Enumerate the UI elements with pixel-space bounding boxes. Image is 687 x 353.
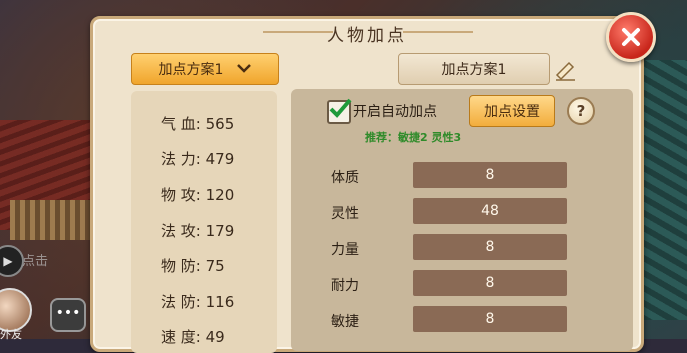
close-icon — [622, 28, 640, 46]
recommendation-text: 推荐：敏捷2 灵性3 — [365, 131, 462, 144]
attr-value-agility[interactable]: 8 — [413, 306, 567, 332]
wall-decoration — [10, 200, 90, 240]
stat-row-magic-defense: 法 防: 116 — [161, 293, 235, 311]
chat-icon[interactable]: ••• — [50, 298, 86, 332]
allocation-settings-button[interactable]: 加点设置 — [469, 95, 555, 127]
attr-label-strength: 力量 — [331, 242, 359, 258]
stat-row-physical-defense: 物 防: 75 — [161, 257, 225, 275]
stats-list: 气 血: 565 法 力: 479 物 攻: 120 法 攻: 179 物 防:… — [131, 91, 277, 353]
panel-title: 人物加点 — [327, 26, 407, 46]
player-name: 外友 — [0, 328, 22, 341]
stat-row-physical-attack: 物 攻: 120 — [161, 186, 235, 204]
stat-row-mp: 法 力: 479 — [161, 150, 235, 168]
attr-label-endurance: 耐力 — [331, 278, 359, 294]
attr-value-endurance[interactable]: 8 — [413, 270, 567, 296]
attr-label-constitution: 体质 — [331, 170, 359, 186]
help-icon[interactable]: ? — [567, 97, 595, 125]
stat-row-hp: 气 血: 565 — [161, 115, 235, 133]
hud-hint: 点击 — [22, 254, 49, 269]
scheme-dropdown[interactable]: 加点方案1 — [131, 53, 279, 85]
stat-row-speed: 速 度: 49 — [161, 328, 225, 346]
attribute-panel: 人物加点 加点方案1 加点方案1 气 血: 565 法 力: 479 物 攻: … — [90, 16, 644, 353]
scheme-name-label: 加点方案1 — [441, 62, 507, 78]
attribute-allocation-box: 开启自动加点 加点设置 ? 推荐：敏捷2 灵性3 体质 8 灵性 48 力量 8… — [291, 89, 633, 351]
attr-value-spirit[interactable]: 48 — [413, 198, 567, 224]
scheme-name-tab[interactable]: 加点方案1 — [398, 53, 550, 85]
attr-label-agility: 敏捷 — [331, 314, 359, 330]
attr-value-constitution[interactable]: 8 — [413, 162, 567, 188]
attr-value-strength[interactable]: 8 — [413, 234, 567, 260]
scheme-dropdown-label: 加点方案1 — [158, 62, 224, 78]
attr-label-spirit: 灵性 — [331, 206, 359, 222]
stat-row-magic-attack: 法 攻: 179 — [161, 222, 235, 240]
close-button[interactable] — [606, 12, 656, 62]
auto-allocate-label: 开启自动加点 — [353, 104, 437, 120]
auto-allocate-checkbox[interactable] — [327, 98, 352, 124]
chevron-down-icon — [237, 61, 252, 77]
pencil-edit-icon[interactable] — [553, 57, 579, 81]
